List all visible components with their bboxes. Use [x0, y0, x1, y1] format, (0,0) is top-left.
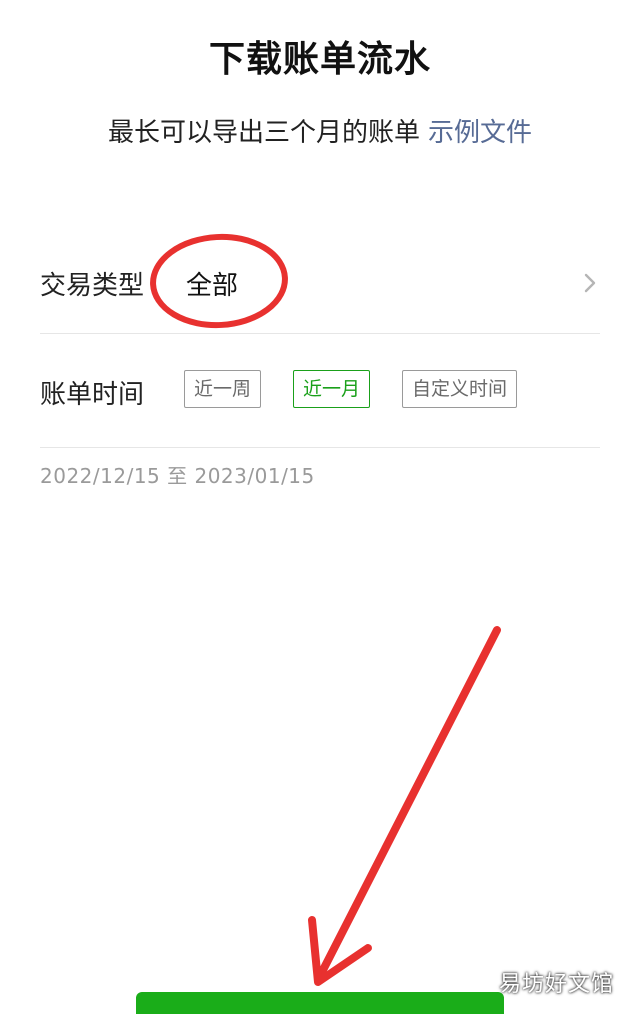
subtitle: 最长可以导出三个月的账单 示例文件 — [0, 112, 640, 149]
red-arrow-shaft — [318, 626, 501, 976]
page-title: 下载账单流水 — [208, 39, 431, 80]
chevron-right-icon — [584, 273, 596, 293]
red-annotation-overlay — [150, 233, 501, 986]
transaction-type-label: 交易类型 — [40, 271, 145, 301]
date-range-text: 2022/12/15 至 2023/01/15 — [40, 464, 315, 488]
bill-time-row: 账单时间 近一周 近一月 自定义时间 — [40, 334, 600, 448]
bill-time-label: 账单时间 — [40, 380, 145, 410]
download-button[interactable] — [136, 992, 504, 1014]
option-last-month[interactable]: 近一月 — [293, 370, 371, 408]
transaction-type-row[interactable]: 交易类型 全部 — [40, 233, 600, 334]
option-custom-time[interactable]: 自定义时间 — [402, 370, 518, 408]
sample-file-link[interactable]: 示例文件 — [428, 118, 532, 148]
option-last-week[interactable]: 近一周 — [184, 370, 262, 408]
subtitle-text: 最长可以导出三个月的账单 — [107, 118, 420, 148]
transaction-type-value: 全部 — [186, 271, 239, 301]
red-arrow-head — [308, 916, 372, 986]
watermark-text: 易坊好文馆 — [498, 972, 614, 997]
download-statement-page: 下载账单流水 最长可以导出三个月的账单 示例文件 交易类型 全部 账单时间 近一周… — [0, 0, 640, 1014]
